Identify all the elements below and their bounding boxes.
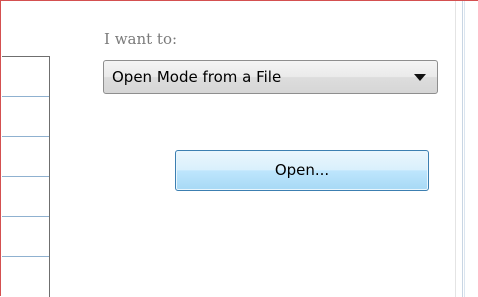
action-dropdown[interactable]: Open Mode from a File <box>103 60 438 94</box>
dialog-frame: I want to: Open Mode from a File Open... <box>0 0 478 297</box>
panel-separator <box>458 1 459 297</box>
open-button[interactable]: Open... <box>175 150 429 191</box>
list-row-divider <box>2 216 49 217</box>
chevron-down-icon[interactable] <box>414 74 426 81</box>
panel-separator <box>462 1 463 297</box>
panel-separator <box>455 1 456 297</box>
list-row-divider <box>2 136 49 137</box>
open-button-label: Open... <box>274 161 330 179</box>
panel-separator <box>464 1 465 297</box>
mode-list[interactable] <box>2 56 50 297</box>
i-want-to-label: I want to: <box>104 30 178 48</box>
dropdown-selected-value: Open Mode from a File <box>112 68 282 86</box>
list-row-divider <box>2 96 49 97</box>
list-row-divider <box>2 256 49 257</box>
list-row-divider <box>2 176 49 177</box>
